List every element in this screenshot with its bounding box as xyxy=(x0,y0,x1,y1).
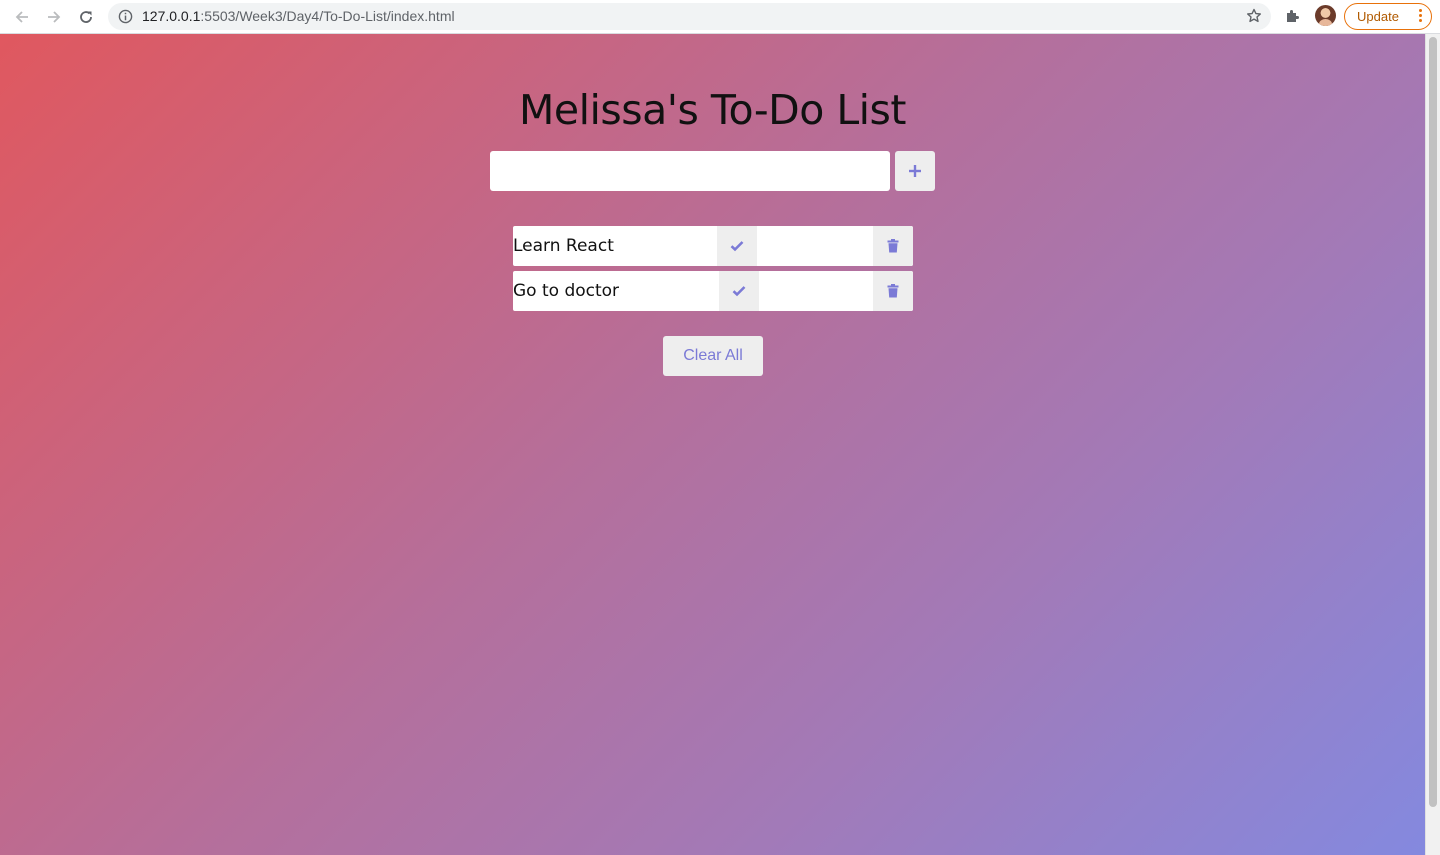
add-todo-button[interactable] xyxy=(895,151,935,191)
todo-list: Learn React Go to doctor xyxy=(513,226,913,316)
delete-button[interactable] xyxy=(873,271,913,311)
update-label: Update xyxy=(1357,9,1399,24)
new-todo-input[interactable] xyxy=(490,151,890,191)
delete-button[interactable] xyxy=(873,226,913,266)
todo-item: Learn React xyxy=(513,226,913,266)
page-background: Melissa's To-Do List Learn React Go to d… xyxy=(0,34,1425,855)
puzzle-icon[interactable] xyxy=(1284,7,1302,30)
forward-button[interactable] xyxy=(43,6,65,28)
trash-icon xyxy=(887,284,899,298)
info-icon[interactable] xyxy=(118,9,133,29)
clear-all-button[interactable]: Clear All xyxy=(663,336,763,376)
reload-icon xyxy=(80,11,92,23)
kebab-menu-icon[interactable] xyxy=(1419,9,1422,24)
update-button[interactable]: Update xyxy=(1344,3,1432,30)
complete-button[interactable] xyxy=(719,271,759,311)
plus-icon xyxy=(909,165,921,177)
arrow-right-icon xyxy=(48,11,61,23)
profile-avatar[interactable] xyxy=(1315,5,1336,26)
url-text: 127.0.0.1:5503/Week3/Day4/To-Do-List/ind… xyxy=(142,8,455,25)
trash-icon xyxy=(887,239,899,253)
page-scrollbar[interactable] xyxy=(1425,34,1440,855)
star-icon[interactable] xyxy=(1246,8,1262,29)
reload-button[interactable] xyxy=(75,6,97,28)
browser-toolbar: 127.0.0.1:5503/Week3/Day4/To-Do-List/ind… xyxy=(0,0,1440,34)
page-title: Melissa's To-Do List xyxy=(519,86,906,134)
scrollbar-thumb[interactable] xyxy=(1429,37,1437,807)
check-icon xyxy=(732,286,746,297)
arrow-left-icon xyxy=(15,11,28,23)
url-host: 127.0.0.1 xyxy=(142,8,201,24)
check-icon xyxy=(730,241,744,252)
url-path: :5503/Week3/Day4/To-Do-List/index.html xyxy=(200,8,455,24)
address-bar[interactable]: 127.0.0.1:5503/Week3/Day4/To-Do-List/ind… xyxy=(108,3,1271,30)
back-button[interactable] xyxy=(11,6,33,28)
todo-text: Go to doctor xyxy=(513,281,620,301)
todo-text: Learn React xyxy=(513,236,614,256)
todo-item: Go to doctor xyxy=(513,271,913,311)
complete-button[interactable] xyxy=(717,226,757,266)
